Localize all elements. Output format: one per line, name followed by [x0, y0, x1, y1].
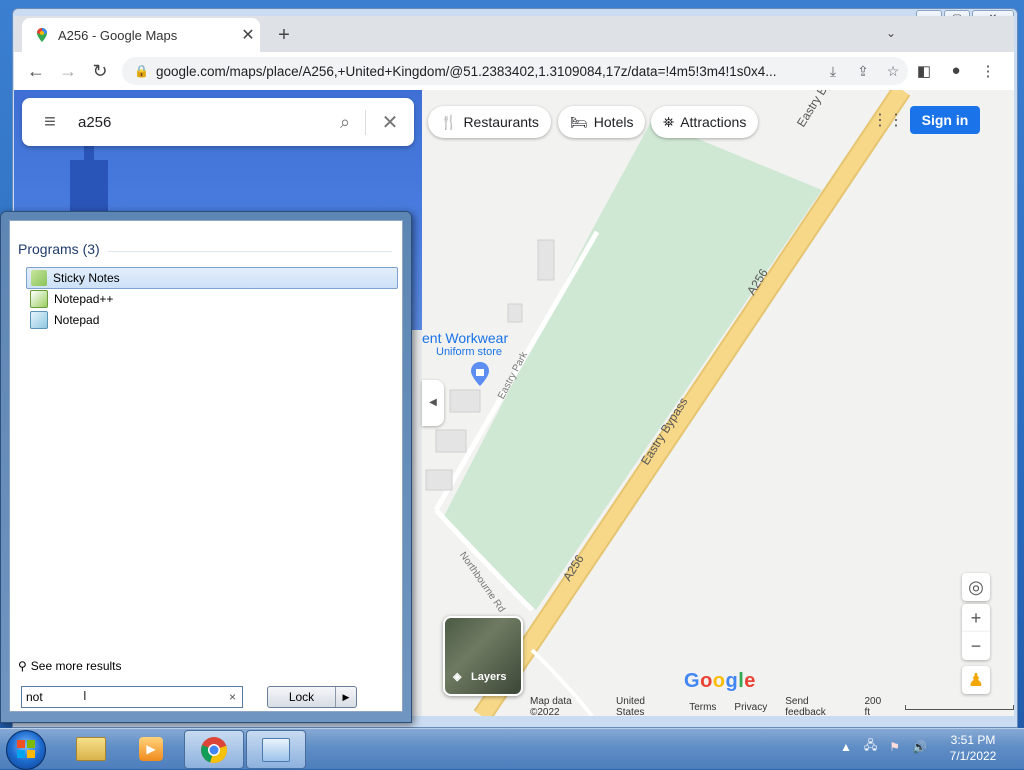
pegman-icon[interactable]: ♟	[962, 666, 990, 694]
chip-attractions[interactable]: ⛯ Attractions	[651, 106, 759, 138]
clock-date: 7/1/2022	[949, 749, 997, 763]
collapse-panel-button[interactable]: ◀	[422, 380, 444, 426]
chip-label: Hotels	[593, 114, 634, 130]
program-item-sticky-notes[interactable]: Sticky Notes	[26, 267, 398, 289]
side-panel-icon[interactable]: ◧	[914, 62, 934, 82]
my-location-icon[interactable]: ◎	[962, 573, 990, 601]
search-icon[interactable]: ⌕	[325, 112, 365, 133]
chrome-icon	[201, 736, 228, 763]
browser-tab[interactable]: A256 - Google Maps ✕	[22, 18, 260, 52]
taskbar-chrome[interactable]	[184, 730, 244, 769]
system-tray: ▲ 🖧 ⚑ 🔊	[840, 736, 927, 757]
clock-time: 3:51 PM	[950, 733, 996, 747]
tab-search-chevron-icon[interactable]: ⌄	[886, 26, 896, 40]
chip-label: Attractions	[680, 114, 747, 130]
media-player-icon: ▶	[139, 736, 163, 761]
action-center-icon[interactable]: ⚑	[889, 740, 900, 754]
install-icon[interactable]: ⤓	[818, 63, 848, 80]
show-hidden-icons-icon[interactable]: ▲	[840, 740, 852, 754]
clear-search-icon[interactable]: ×	[229, 687, 236, 707]
address-url[interactable]: google.com/maps/place/A256,+United+Kingd…	[156, 64, 818, 79]
apps-grid-icon[interactable]: ⋮⋮⋮	[872, 110, 920, 130]
tab-close-icon[interactable]: ✕	[236, 25, 260, 45]
lock-icon: 🔒	[134, 64, 149, 78]
shopping-pin-icon[interactable]	[470, 362, 490, 386]
control-panel-icon	[262, 737, 290, 762]
privacy-link[interactable]: Privacy	[734, 702, 767, 713]
folder-icon	[76, 736, 106, 761]
programs-section-title: Programs (3)	[18, 241, 100, 257]
shutdown-options-arrow-icon[interactable]: ▶	[336, 687, 356, 707]
volume-icon[interactable]: 🔊	[912, 740, 927, 754]
chip-hotels[interactable]: 🛏 Hotels	[558, 106, 646, 138]
lock-button[interactable]: Lock ▶	[267, 686, 357, 708]
network-icon[interactable]: 🖧	[864, 736, 877, 757]
see-more-label: See more results	[30, 659, 122, 673]
region-link[interactable]: United States	[616, 696, 671, 716]
hotel-icon: 🛏	[570, 113, 588, 130]
start-search-value[interactable]: not	[22, 690, 43, 704]
chip-restaurants[interactable]: 🍴 Restaurants	[428, 106, 551, 138]
poi-category: Uniform store	[436, 346, 503, 358]
scale-label[interactable]: 200 ft	[864, 696, 887, 716]
zoom-in-button[interactable]: +	[962, 604, 990, 632]
clear-search-icon[interactable]: ✕	[365, 109, 414, 135]
start-menu: Programs (3) Sticky Notes Notepad++ Note…	[0, 211, 412, 723]
notepad-plus-plus-icon	[30, 290, 48, 308]
poi-name[interactable]: ent Workwear	[422, 330, 508, 346]
layers-button[interactable]: ◈ Layers	[443, 616, 523, 696]
tab-title: A256 - Google Maps	[58, 27, 178, 43]
text-cursor-icon: I	[83, 688, 87, 703]
bookmark-star-icon[interactable]: ☆	[878, 63, 908, 80]
terms-link[interactable]: Terms	[689, 702, 716, 713]
section-divider	[108, 251, 392, 252]
reload-icon[interactable]: ↻	[88, 60, 112, 82]
forward-arrow-icon[interactable]: →	[56, 60, 80, 82]
taskbar-media-player[interactable]: ▶	[122, 730, 180, 767]
layers-icon: ◈	[453, 671, 462, 683]
attraction-icon: ⛯	[663, 113, 675, 130]
program-item-notepad[interactable]: Notepad	[26, 310, 396, 330]
maps-search-box[interactable]: ≡ a256 ⌕ ✕	[22, 98, 414, 146]
notepad-icon	[30, 311, 48, 329]
program-item-notepad-plus-plus[interactable]: Notepad++	[26, 289, 396, 309]
sign-in-button[interactable]: Sign in	[910, 106, 980, 134]
map-footer: Map data ©2022 United States Terms Priva…	[530, 696, 1014, 716]
chip-label: Restaurants	[463, 114, 539, 130]
back-arrow-icon[interactable]: ←	[24, 60, 48, 82]
program-label: Notepad++	[54, 292, 114, 306]
google-maps-pin-icon	[37, 28, 47, 42]
hamburger-menu-icon[interactable]: ≡	[22, 111, 78, 134]
program-label: Notepad	[54, 313, 100, 327]
new-tab-button[interactable]: +	[274, 24, 294, 46]
browser-menu-icon[interactable]: ⋮	[978, 62, 998, 82]
windows-logo-icon	[17, 740, 35, 758]
program-label: Sticky Notes	[53, 271, 120, 285]
lock-button-label[interactable]: Lock	[268, 687, 336, 707]
send-feedback-link[interactable]: Send feedback	[785, 696, 846, 716]
address-bar[interactable]: 🔒 google.com/maps/place/A256,+United+Kin…	[122, 57, 908, 85]
search-icon: ⚲	[18, 659, 27, 673]
maps-search-input[interactable]: a256	[78, 114, 325, 131]
taskbar-explorer[interactable]	[62, 730, 120, 767]
sticky-notes-icon	[31, 270, 47, 286]
share-icon[interactable]: ⇪	[848, 63, 878, 80]
start-menu-results-panel: Programs (3) Sticky Notes Notepad++ Note…	[9, 220, 403, 712]
layers-label: Layers	[471, 671, 507, 683]
restaurant-icon: 🍴	[440, 113, 458, 130]
taskbar-control-panel[interactable]	[246, 730, 306, 769]
taskbar-clock[interactable]: 3:51 PM 7/1/2022	[936, 732, 1010, 764]
see-more-results-link[interactable]: ⚲ See more results	[18, 659, 122, 673]
zoom-out-button[interactable]: −	[962, 632, 990, 660]
start-button[interactable]	[6, 730, 46, 770]
start-search-input[interactable]: not ×	[21, 686, 243, 708]
scale-bar	[905, 704, 1014, 710]
google-logo: Google	[684, 670, 756, 692]
map-data-text: Map data ©2022	[530, 696, 572, 716]
profile-avatar-icon[interactable]: ●	[946, 62, 966, 82]
